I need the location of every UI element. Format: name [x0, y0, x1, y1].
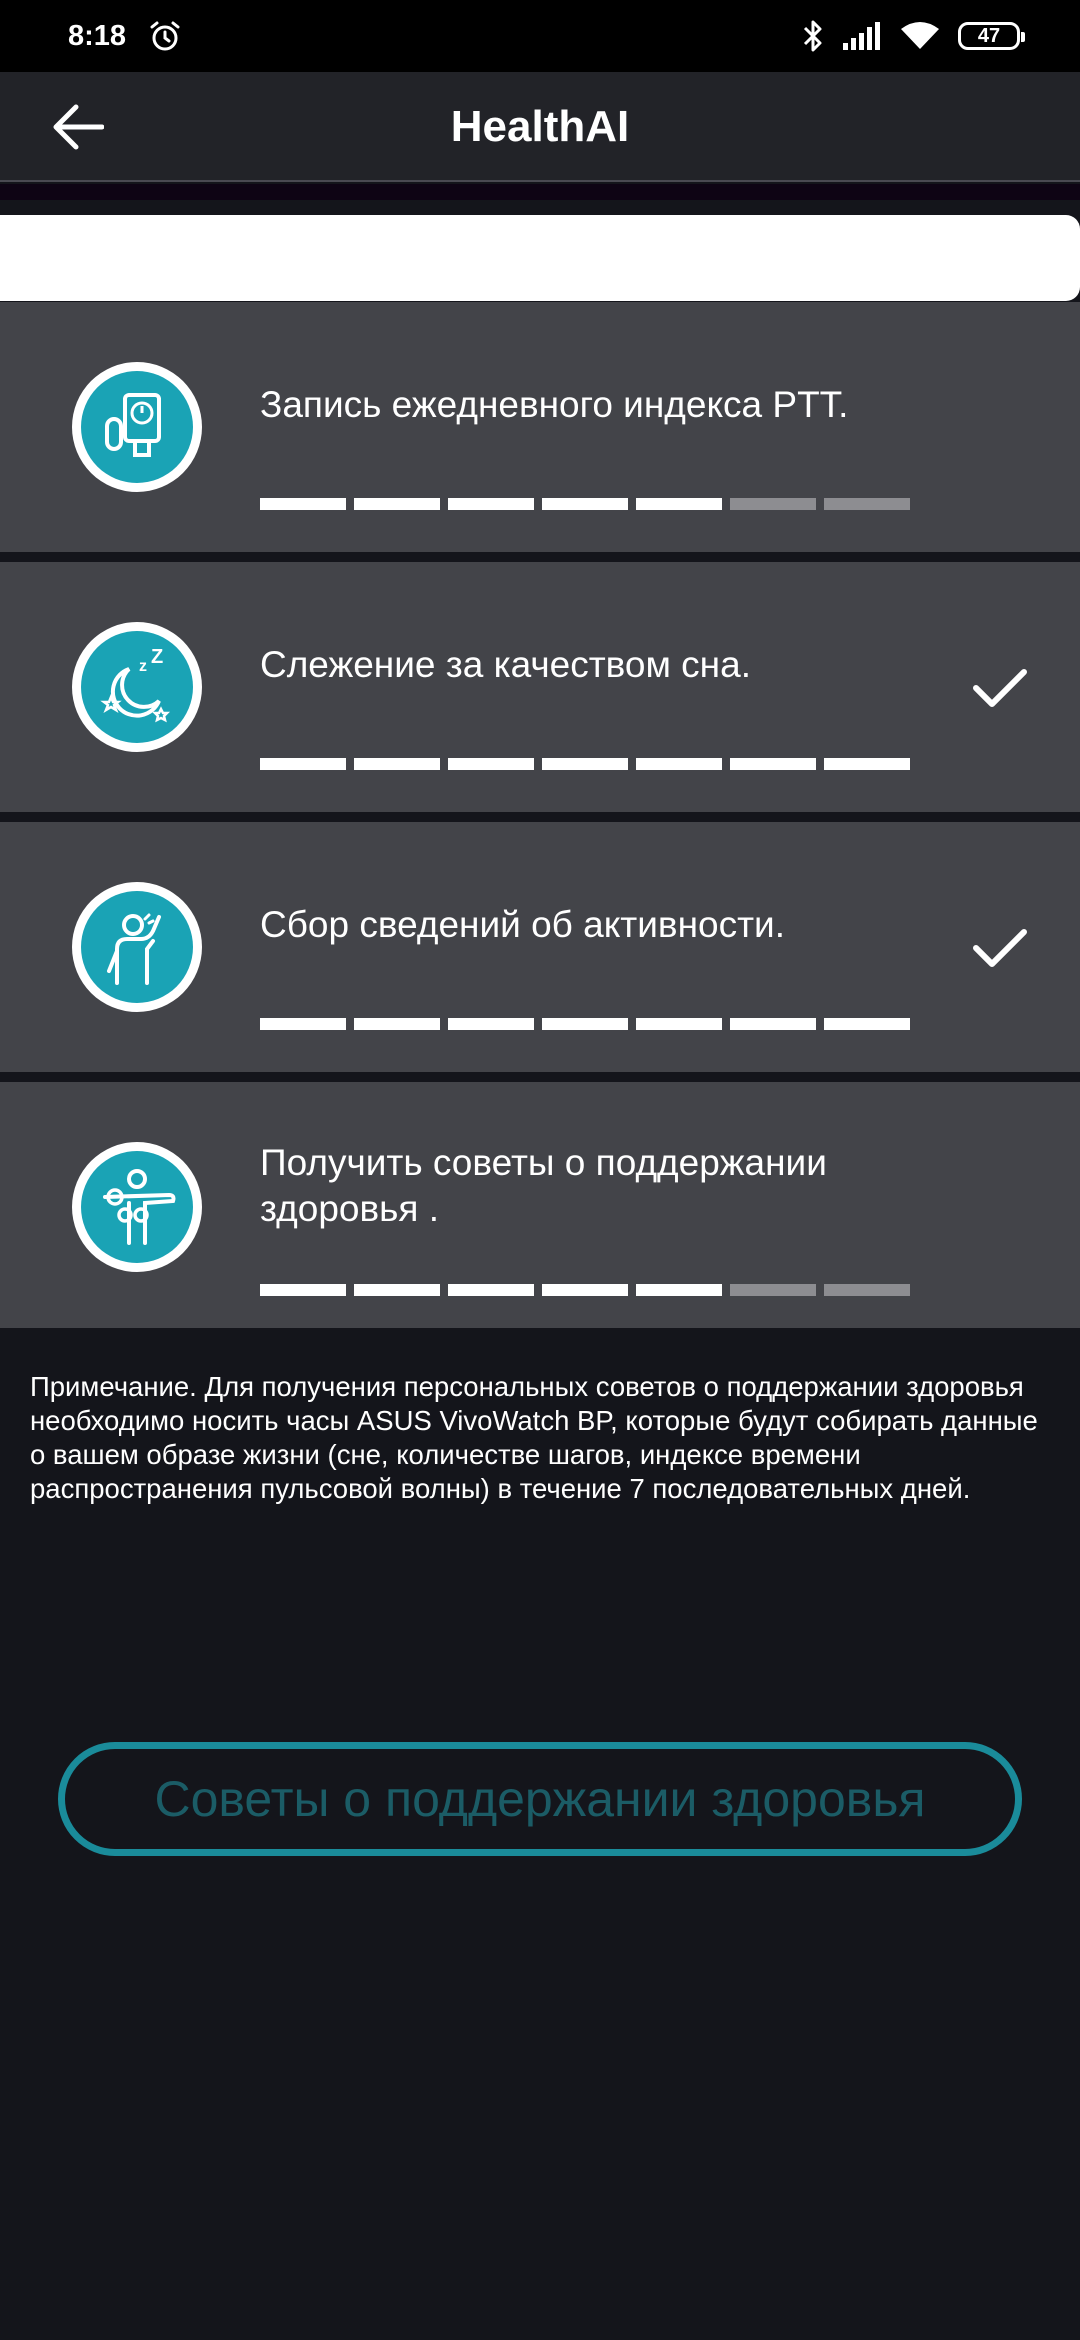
check-icon — [973, 929, 1027, 967]
progress-segment-filled — [636, 498, 722, 510]
check-icon — [973, 669, 1027, 707]
progress-segment-filled — [542, 1284, 628, 1296]
signal-icon — [843, 22, 880, 50]
progress-bar — [260, 1284, 910, 1296]
progress-segment-filled — [542, 498, 628, 510]
progress-segment-filled — [542, 758, 628, 770]
note-text: Примечание. Для получения персональных с… — [30, 1371, 1038, 1504]
card-title: Запись ежедневного индекса PTT. — [260, 384, 849, 425]
progress-segment-empty — [824, 1284, 910, 1296]
header-divider — [0, 184, 1080, 200]
battery-indicator: 47 — [958, 22, 1025, 50]
activity-person-icon — [72, 882, 202, 1012]
task-card-activity: Сбор сведений об активности. — [0, 822, 1080, 1072]
sleep-moon-icon: z Z — [72, 622, 202, 752]
progress-segment-filled — [260, 1018, 346, 1030]
card-title: Сбор сведений об активности. — [260, 904, 785, 945]
svg-text:Z: Z — [151, 646, 163, 668]
task-card-advice: Получить советы о поддержании здоровья . — [0, 1082, 1080, 1328]
progress-bar — [260, 1018, 910, 1030]
svg-text:z: z — [139, 658, 147, 675]
progress-segment-filled — [824, 1018, 910, 1030]
progress-bar — [260, 498, 910, 510]
progress-segment-filled — [260, 758, 346, 770]
progress-segment-filled — [354, 498, 440, 510]
health-advice-person-icon — [72, 1142, 202, 1272]
progress-segment-filled — [448, 1284, 534, 1296]
bluetooth-icon — [803, 20, 822, 52]
status-time: 8:18 — [68, 19, 127, 52]
progress-segment-filled — [730, 758, 816, 770]
app-bar: HealthAI — [0, 72, 1080, 182]
health-advice-button-label: Советы о поддержании здоровья — [154, 1771, 926, 1827]
progress-segment-filled — [824, 758, 910, 770]
progress-segment-filled — [448, 758, 534, 770]
progress-segment-filled — [448, 498, 534, 510]
card-title: Слежение за качеством сна. — [260, 644, 751, 685]
progress-bar — [260, 758, 910, 770]
task-card-ptt: Запись ежедневного индекса PTT. — [0, 302, 1080, 552]
card-title: Получить советы о поддержании здоровья . — [260, 1142, 827, 1229]
battery-level: 47 — [977, 24, 1001, 47]
progress-segment-filled — [636, 1018, 722, 1030]
progress-segment-filled — [354, 1018, 440, 1030]
progress-segment-filled — [542, 1018, 628, 1030]
progress-segment-filled — [636, 1284, 722, 1296]
progress-segment-filled — [260, 498, 346, 510]
progress-segment-filled — [636, 758, 722, 770]
progress-segment-empty — [824, 498, 910, 510]
page-title: HealthAI — [450, 102, 630, 151]
alarm-icon — [150, 21, 180, 51]
blood-pressure-monitor-icon — [72, 362, 202, 492]
status-bar: 8:18 47 — [0, 0, 1080, 72]
task-card-sleep: z Z Слежение за качеством сна. — [0, 562, 1080, 812]
health-advice-button[interactable]: Советы о поддержании здоровья — [58, 1742, 1022, 1856]
progress-segment-filled — [354, 758, 440, 770]
progress-segment-filled — [448, 1018, 534, 1030]
banner-bar — [0, 215, 1080, 301]
progress-segment-filled — [730, 1018, 816, 1030]
wifi-icon — [901, 22, 939, 49]
progress-segment-filled — [260, 1284, 346, 1296]
progress-segment-empty — [730, 498, 816, 510]
progress-segment-filled — [354, 1284, 440, 1296]
progress-segment-empty — [730, 1284, 816, 1296]
